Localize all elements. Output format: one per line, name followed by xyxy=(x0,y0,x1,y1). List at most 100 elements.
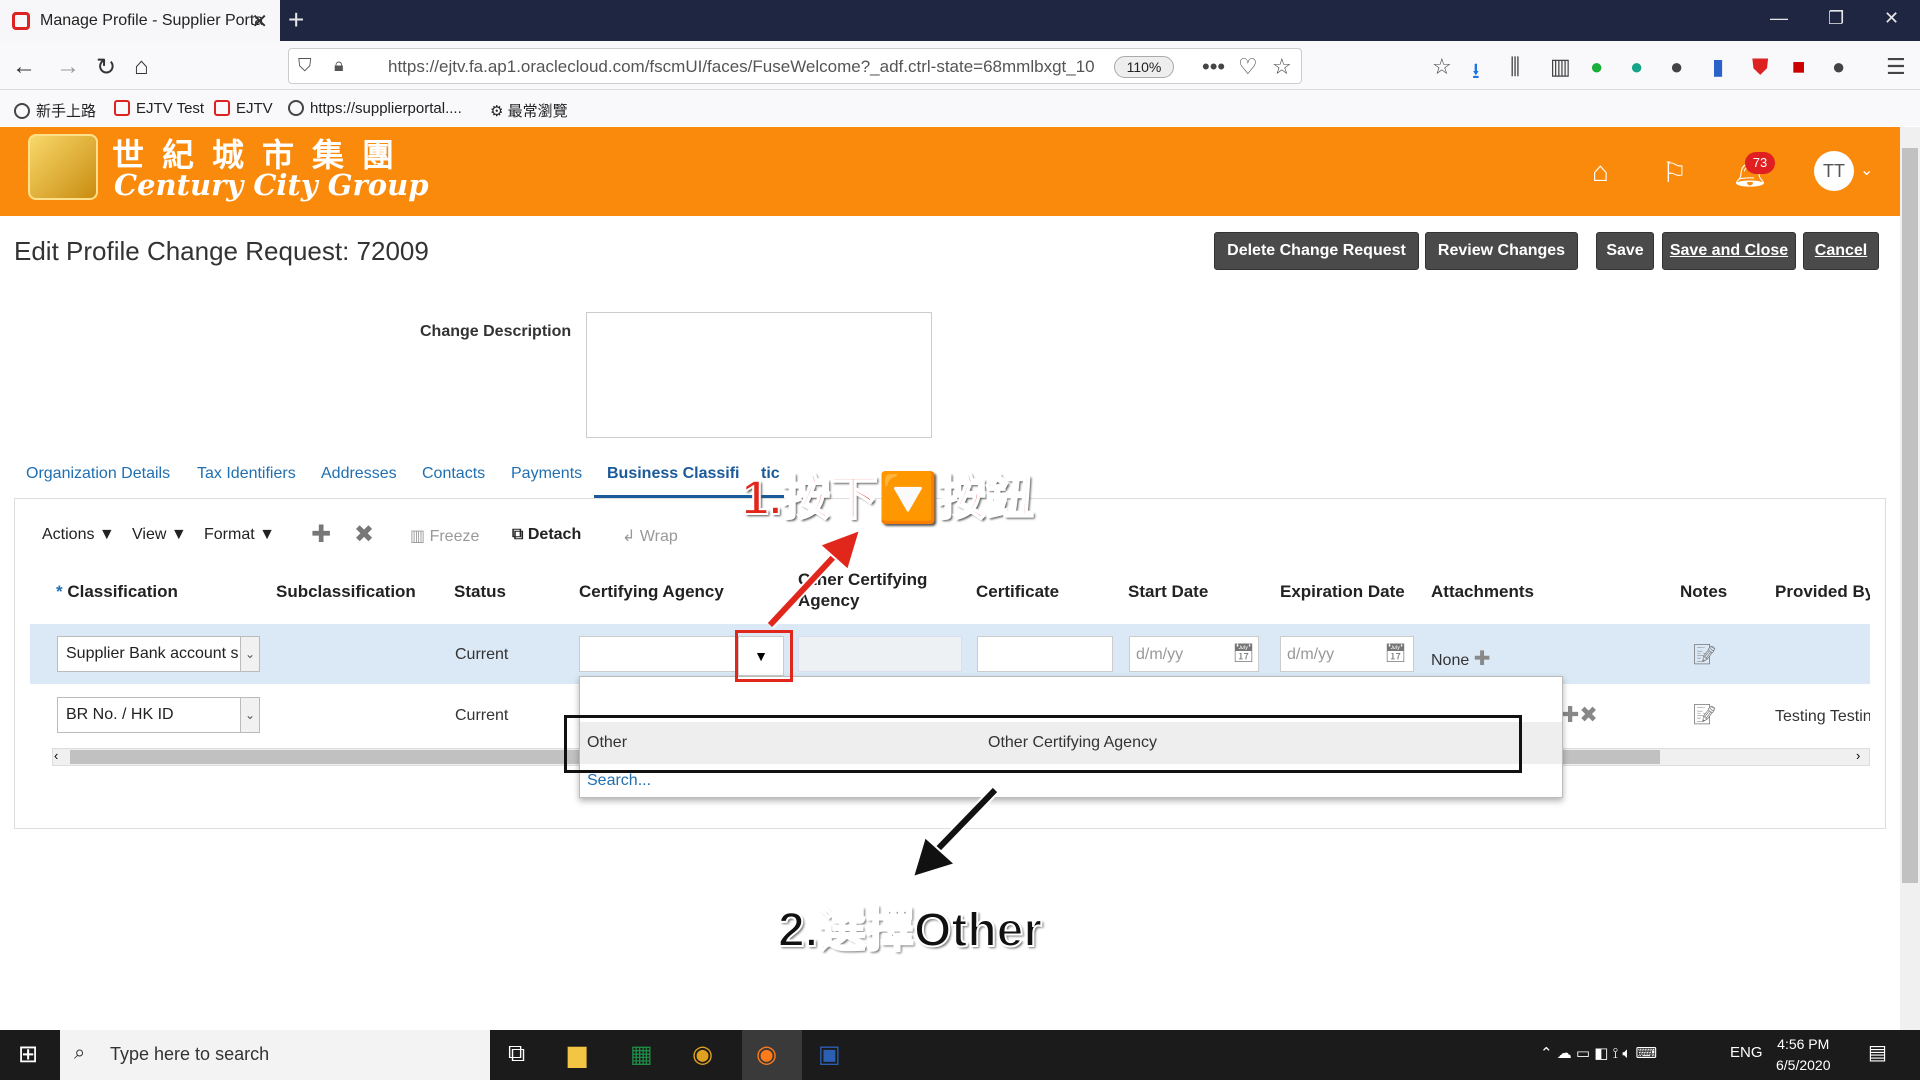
tab-contacts[interactable]: Contacts xyxy=(422,465,485,483)
cancel-button[interactable]: Cancel xyxy=(1803,232,1879,270)
column-header-certifying-agency[interactable]: Certifying Agency xyxy=(579,582,724,602)
classification-select[interactable]: Supplier Bank account s xyxy=(57,636,241,672)
extension-bookmark-icon[interactable]: ▮ xyxy=(1712,54,1724,80)
tab-tax-identifiers[interactable]: Tax Identifiers xyxy=(197,465,296,483)
zoom-level[interactable]: 110% xyxy=(1114,56,1174,78)
close-tab-icon[interactable]: ✕ xyxy=(251,9,268,34)
forward-icon[interactable]: → xyxy=(56,53,80,81)
actions-menu[interactable]: Actions ▼ xyxy=(42,526,115,544)
delete-change-request-button[interactable]: Delete Change Request xyxy=(1214,232,1419,270)
chevron-down-icon[interactable]: ⌄ xyxy=(240,636,260,672)
calendar-icon[interactable]: 📅︎ xyxy=(1384,643,1407,664)
tab-organization-details[interactable]: Organization Details xyxy=(26,465,170,483)
restore-icon[interactable]: ❐ xyxy=(1828,8,1844,29)
bookmark-item[interactable]: https://supplierportal.... xyxy=(288,100,462,117)
column-header-certificate[interactable]: Certificate xyxy=(976,582,1059,602)
notes-icon[interactable]: 📝︎ xyxy=(1692,642,1717,667)
firefox-icon[interactable]: ◉ xyxy=(756,1040,777,1069)
home-icon[interactable]: ⌂ xyxy=(134,53,149,81)
minimize-icon[interactable]: — xyxy=(1770,8,1788,29)
back-icon[interactable]: ← xyxy=(12,53,36,81)
dropdown-search-link[interactable]: Search... xyxy=(587,772,651,790)
language-indicator[interactable]: ENG xyxy=(1730,1044,1763,1061)
column-header-classification[interactable]: * Classification xyxy=(56,582,178,602)
pocket-icon[interactable]: ♡ xyxy=(1238,54,1258,80)
tab-payments[interactable]: Payments xyxy=(511,465,582,483)
new-tab-icon[interactable]: + xyxy=(288,4,304,36)
scroll-left-icon[interactable]: ‹ xyxy=(54,748,58,763)
certificate-input[interactable] xyxy=(977,636,1113,672)
calendar-icon[interactable]: 📅︎ xyxy=(1232,643,1255,664)
library-icon[interactable]: ⫼ xyxy=(1510,54,1520,80)
column-header-status[interactable]: Status xyxy=(454,582,506,602)
bookmark-item[interactable]: EJTV Test xyxy=(114,100,204,117)
extension-misc-icon[interactable]: ● xyxy=(1832,54,1845,80)
bookmark-item[interactable]: EJTV xyxy=(214,100,273,117)
close-window-icon[interactable]: ✕ xyxy=(1884,8,1899,29)
sidebar-icon[interactable]: ▥ xyxy=(1550,54,1571,80)
extension-check-icon[interactable]: ● xyxy=(1590,54,1603,80)
menu-icon[interactable]: ☰ xyxy=(1886,54,1906,80)
notes-icon[interactable]: 📝︎ xyxy=(1692,702,1717,727)
classification-select[interactable]: BR No. / HK ID xyxy=(57,697,241,733)
scrollbar-thumb[interactable] xyxy=(1902,148,1918,883)
delete-row-icon[interactable]: ✖ xyxy=(354,520,374,549)
word-icon[interactable]: ▣ xyxy=(818,1040,841,1069)
column-header-subclassification[interactable]: Subclassification xyxy=(276,582,416,602)
review-changes-button[interactable]: Review Changes xyxy=(1425,232,1578,270)
certifying-agency-input[interactable] xyxy=(579,636,739,672)
chevron-down-icon[interactable]: ⌄ xyxy=(1860,160,1873,180)
notification-center-icon[interactable]: ▤ xyxy=(1868,1040,1887,1065)
tab-addresses[interactable]: Addresses xyxy=(321,465,397,483)
column-header-start-date[interactable]: Start Date xyxy=(1128,582,1208,602)
wrap-icon: ↲ xyxy=(622,528,640,545)
bookmark-item[interactable]: ⚙ 最常瀏覽 xyxy=(490,100,568,121)
add-row-icon[interactable]: ✚ xyxy=(311,520,331,549)
reload-icon[interactable]: ↻ xyxy=(96,53,116,82)
reading-list-icon[interactable]: ☆ xyxy=(1432,54,1452,80)
annotation-highlight-other-option xyxy=(564,715,1522,773)
avatar[interactable]: TT xyxy=(1814,151,1854,191)
download-icon[interactable]: ⭳ xyxy=(1472,54,1480,92)
save-and-close-button[interactable]: Save and Close xyxy=(1662,232,1796,270)
lock-icon: 🔒︎ xyxy=(334,55,344,75)
grammarly-icon[interactable]: ● xyxy=(1630,54,1643,80)
task-view-icon[interactable]: ⧉ xyxy=(508,1040,525,1068)
column-header-notes[interactable]: Notes xyxy=(1680,582,1727,602)
tray-icons[interactable]: ⌃ ☁ ▭ ◧ ⟟ 🔈︎ ⌨ xyxy=(1540,1044,1657,1062)
chevron-down-icon[interactable]: ⌄ xyxy=(240,697,260,733)
format-menu[interactable]: Format ▼ xyxy=(204,526,275,544)
scroll-right-icon[interactable]: › xyxy=(1856,748,1860,763)
attachments-value[interactable]: None ✚ xyxy=(1431,646,1490,671)
column-header-attachments[interactable]: Attachments xyxy=(1431,582,1534,602)
add-icon[interactable]: ✚✖ xyxy=(1561,702,1598,728)
taskbar-clock[interactable]: 4:56 PM 6/5/2020 xyxy=(1776,1034,1831,1076)
windows-start-icon[interactable]: ⊞ xyxy=(18,1040,38,1069)
extension-pdf-icon[interactable]: ■ xyxy=(1792,54,1805,80)
bookmark-star-icon[interactable]: ☆ xyxy=(1272,54,1292,80)
chrome-icon[interactable]: ◉ xyxy=(692,1040,713,1069)
file-explorer-icon[interactable]: ▆ xyxy=(568,1040,586,1069)
account-icon[interactable]: ● xyxy=(1670,54,1683,80)
add-attachment-icon[interactable]: ✚ xyxy=(1474,648,1491,670)
tab-business-classifications[interactable]: Business Classifi xyxy=(607,465,740,483)
view-menu[interactable]: View ▼ xyxy=(132,526,187,544)
flag-icon[interactable]: ⚐ xyxy=(1662,156,1687,189)
column-header-expiration-date[interactable]: Expiration Date xyxy=(1280,582,1405,602)
globe-icon xyxy=(14,103,30,119)
detach-button[interactable]: ⧉ Detach xyxy=(512,526,581,544)
url-text[interactable]: https://ejtv.fa.ap1.oraclecloud.com/fscm… xyxy=(388,57,1108,77)
change-description-textarea[interactable] xyxy=(586,312,932,438)
column-header-provided-by[interactable]: Provided By xyxy=(1775,582,1870,602)
wrap-button[interactable]: ↲ Wrap xyxy=(622,526,678,546)
home-icon[interactable]: ⌂ xyxy=(1592,156,1609,188)
excel-icon[interactable]: ▦ xyxy=(630,1040,653,1069)
save-button[interactable]: Save xyxy=(1596,232,1654,270)
extension-shield-icon[interactable]: ⛊ xyxy=(1752,54,1769,80)
change-description-label: Change Description xyxy=(420,323,572,340)
bookmark-item[interactable]: 新手上路 xyxy=(14,100,96,121)
browser-tab[interactable]: Manage Profile - Supplier Porta ✕ xyxy=(0,0,280,41)
taskbar-search[interactable]: Type here to search xyxy=(60,1030,490,1080)
more-icon[interactable]: ••• xyxy=(1202,54,1225,80)
freeze-button[interactable]: ▥ Freeze xyxy=(410,526,479,546)
